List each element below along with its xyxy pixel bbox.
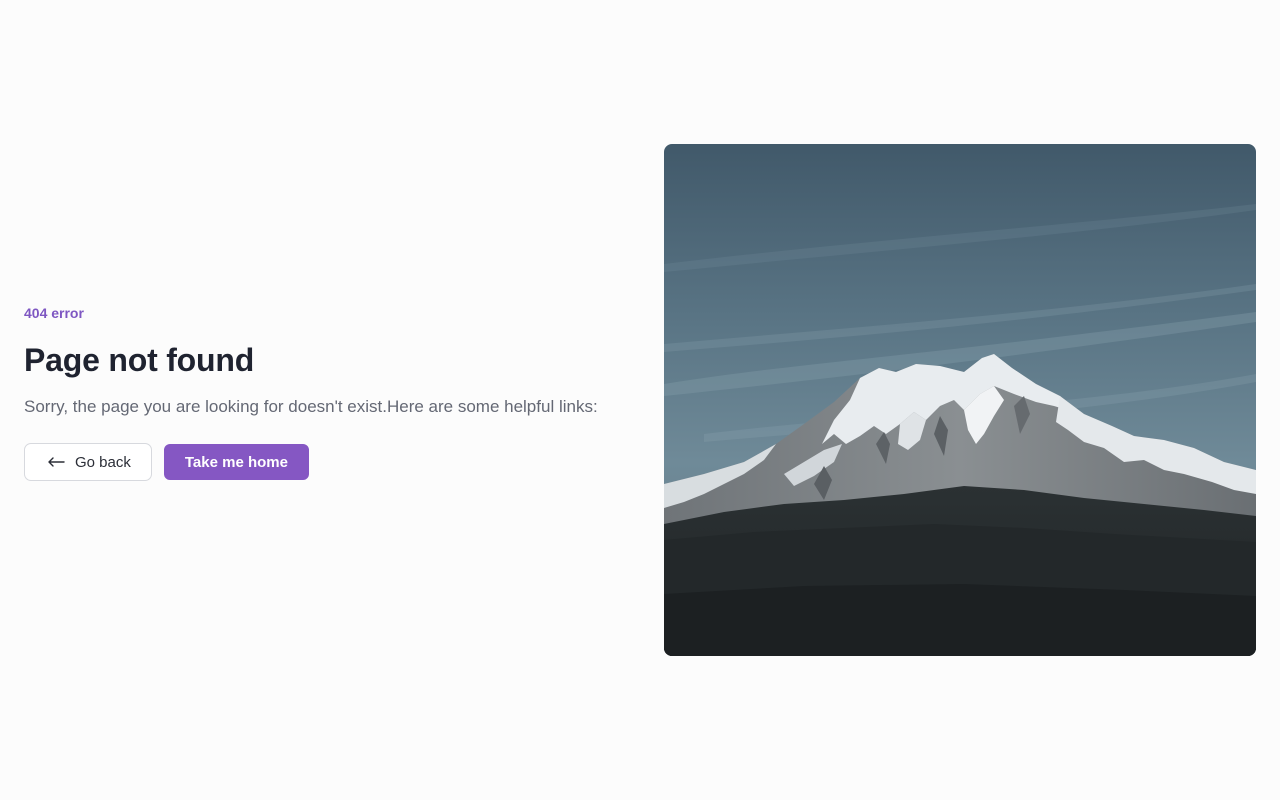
action-buttons: Go back Take me home — [24, 443, 624, 481]
error-page: 404 error Page not found Sorry, the page… — [0, 0, 1280, 800]
take-me-home-label: Take me home — [184, 453, 288, 471]
arrow-left-icon — [47, 457, 65, 467]
go-back-label: Go back — [75, 453, 131, 471]
take-me-home-button[interactable]: Take me home — [163, 444, 309, 480]
error-description: Sorry, the page you are looking for does… — [24, 397, 598, 416]
mountain-photo — [664, 144, 1256, 656]
error-content: 404 error Page not found Sorry, the page… — [24, 300, 624, 481]
error-code-label: 404 error — [24, 305, 84, 321]
go-back-button[interactable]: Go back — [24, 443, 152, 481]
mountain-illustration — [664, 144, 1256, 656]
page-title: Page not found — [24, 342, 255, 378]
